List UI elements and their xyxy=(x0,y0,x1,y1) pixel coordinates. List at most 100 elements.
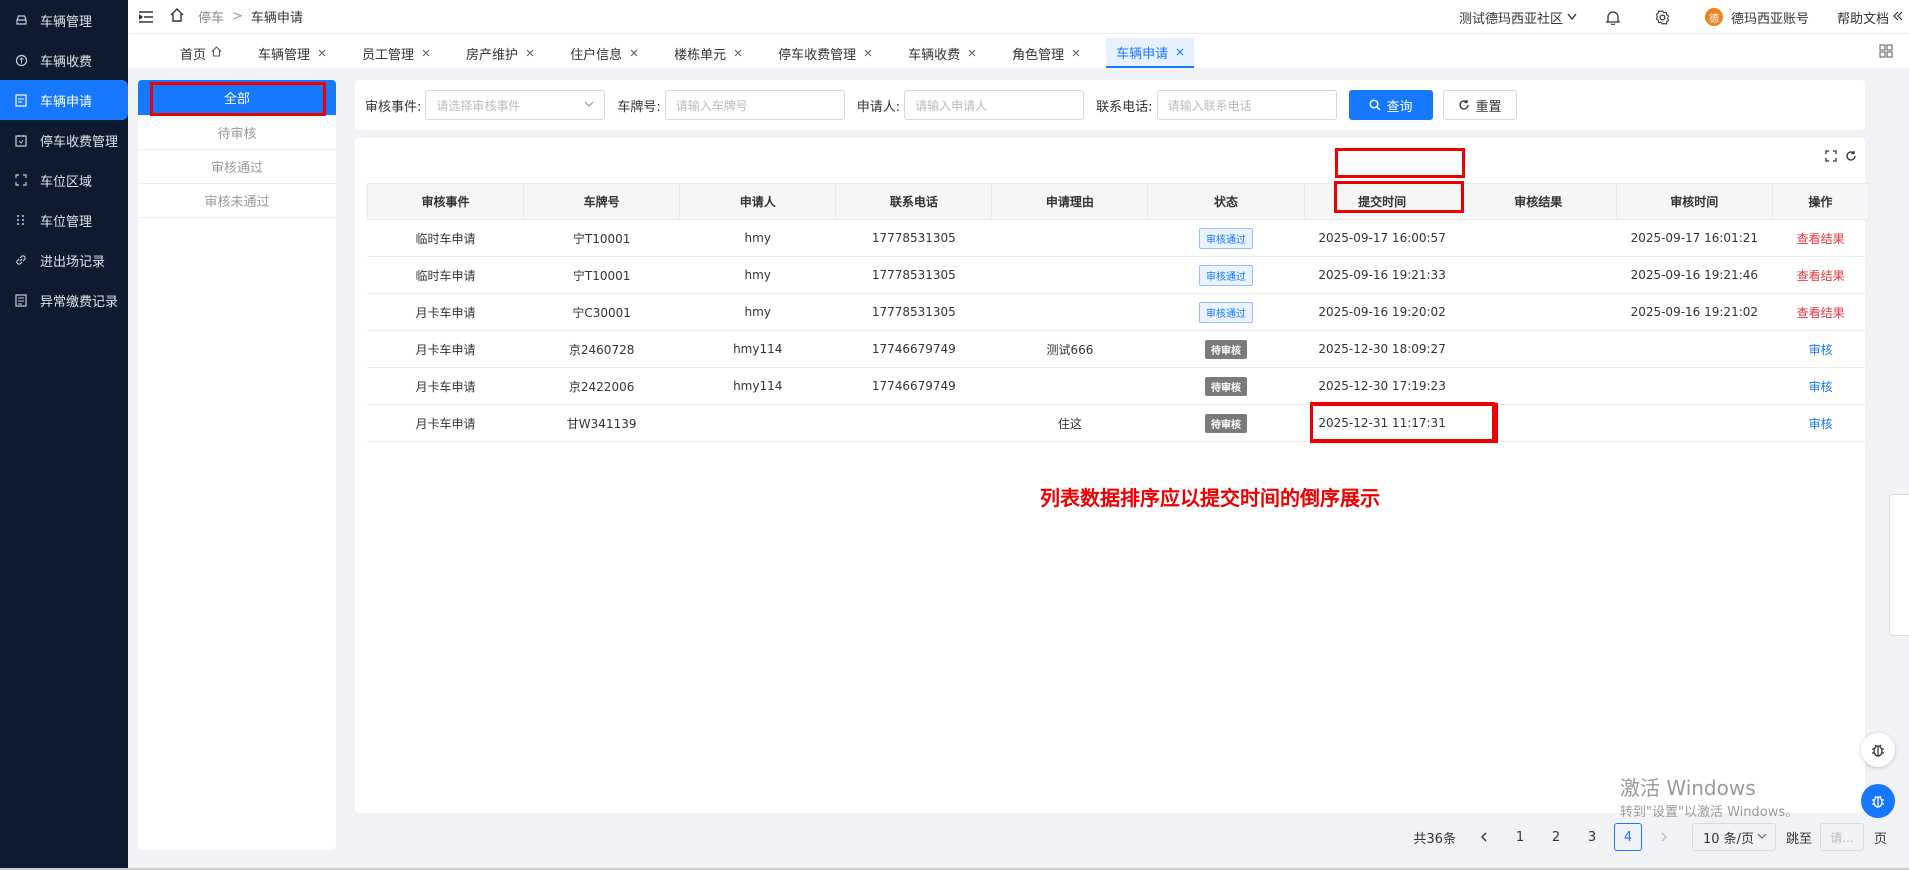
close-icon[interactable] xyxy=(1176,45,1184,59)
table-cell: 2025-12-30 17:19:23 xyxy=(1304,367,1461,405)
close-icon[interactable] xyxy=(968,46,976,60)
action-link[interactable]: 审核 xyxy=(1809,380,1833,394)
refresh-icon[interactable] xyxy=(1845,150,1857,166)
page-number[interactable]: 4 xyxy=(1613,823,1642,851)
bug-icon[interactable] xyxy=(1861,733,1895,767)
sidebar-item-label: 车辆收费 xyxy=(40,54,93,70)
tab[interactable]: 住户信息 xyxy=(560,38,648,68)
sidebar-item[interactable]: 异常缴费记录 xyxy=(0,280,128,320)
sidebar-item[interactable]: 车辆收费 xyxy=(0,40,128,80)
status-filter-item[interactable]: 待审核 xyxy=(138,116,336,150)
gear-icon[interactable] xyxy=(1655,9,1671,25)
highlight-box xyxy=(1335,148,1465,178)
account-menu[interactable]: 德 德玛西亚账号 xyxy=(1704,8,1809,27)
table-cell xyxy=(1616,330,1773,368)
help-doc-link[interactable]: 帮助文档 xyxy=(1837,8,1889,27)
table-cell: 2025-09-17 16:01:21 xyxy=(1616,219,1773,257)
prev-page-icon[interactable] xyxy=(1470,823,1498,851)
fullscreen-icon[interactable] xyxy=(1825,150,1837,166)
action-link[interactable]: 查看结果 xyxy=(1797,306,1845,320)
bell-icon[interactable] xyxy=(1605,9,1621,25)
status-badge: 待审核 xyxy=(1205,413,1248,433)
link-icon xyxy=(14,253,28,267)
menu-fold-icon[interactable] xyxy=(138,9,154,25)
dots-icon xyxy=(14,213,28,227)
column-header: 申请人 xyxy=(679,183,837,220)
table-cell xyxy=(1616,404,1773,442)
close-icon[interactable] xyxy=(1072,46,1080,60)
watermark-subtitle: 转到"设置"以激活 Windows。 xyxy=(1620,805,1799,820)
action-link[interactable]: 审核 xyxy=(1809,343,1833,357)
table-row: 月卡车申请 宁C30001 hmy 17778531305 审核通过 2025-09-16… xyxy=(367,293,1869,331)
phone-input[interactable]: 请输入联系电话 xyxy=(1156,90,1337,120)
table-cell xyxy=(991,256,1148,294)
close-icon[interactable] xyxy=(318,46,326,60)
breadcrumb-item[interactable]: 停车 xyxy=(198,7,224,26)
reset-button[interactable]: 重置 xyxy=(1442,90,1517,120)
tab[interactable]: 楼栋单元 xyxy=(664,38,752,68)
applicant-input[interactable]: 请输入申请人 xyxy=(904,90,1085,120)
windows-activation-watermark: 激活 Windows 转到"设置"以激活 Windows。 xyxy=(1620,772,1798,820)
status-badge: 审核通过 xyxy=(1199,264,1254,286)
sidebar-item[interactable]: 停车收费管理 xyxy=(0,120,128,160)
close-icon[interactable] xyxy=(526,46,534,60)
table-cell: 宁T10001 xyxy=(523,256,680,294)
page-number[interactable]: 2 xyxy=(1542,823,1570,851)
sidebar-item[interactable]: 车辆申请 xyxy=(0,80,128,120)
status-cell: 审核通过 xyxy=(1147,219,1305,257)
action-link[interactable]: 审核 xyxy=(1809,417,1833,431)
annotation-note: 列表数据排序应以提交时间的倒序展示 xyxy=(1040,486,1380,510)
close-icon[interactable] xyxy=(422,46,430,60)
table-cell xyxy=(1460,330,1617,368)
page-size-value: 10 条/页 xyxy=(1702,831,1755,847)
close-icon[interactable] xyxy=(734,46,742,60)
status-filter-item[interactable]: 审核通过 xyxy=(138,150,336,184)
close-icon[interactable] xyxy=(630,46,638,60)
query-button[interactable]: 查询 xyxy=(1348,90,1433,120)
table-row: 月卡车申请 京2460728 hmy114 17746679749 测试666 待审核 20… xyxy=(367,330,1869,368)
action-link[interactable]: 查看结果 xyxy=(1797,232,1845,246)
page-size-select[interactable]: 10 条/页 xyxy=(1691,823,1776,851)
community-selector[interactable]: 测试德玛西亚社区 xyxy=(1459,8,1577,27)
top-right-area: 测试德玛西亚社区 德 德玛西亚账号 帮助文档 xyxy=(1459,0,1909,34)
side-float-panel[interactable] xyxy=(1889,494,1909,636)
tab[interactable]: 房产维护 xyxy=(456,38,544,68)
sidebar-item[interactable]: 车位区域 xyxy=(0,160,128,200)
area-icon xyxy=(14,173,28,187)
status-filter-item[interactable]: 审核未通过 xyxy=(138,184,336,218)
table-cell: 17746679749 xyxy=(835,367,992,405)
table-cell: 2025-09-16 19:21:33 xyxy=(1304,256,1461,294)
page-number[interactable]: 1 xyxy=(1506,823,1534,851)
plate-input[interactable]: 请输入车牌号 xyxy=(664,90,845,120)
page-number[interactable]: 3 xyxy=(1578,823,1606,851)
tab[interactable]: 首页 xyxy=(170,38,232,68)
sidebar-item[interactable]: 车辆管理 xyxy=(0,0,128,40)
table-cell: 京2422006 xyxy=(523,367,680,405)
tab[interactable]: 车辆申请 xyxy=(1106,38,1195,68)
form-icon xyxy=(14,93,28,107)
tab[interactable]: 角色管理 xyxy=(1002,38,1090,68)
action-link[interactable]: 查看结果 xyxy=(1797,269,1845,283)
table-cell: 住这 xyxy=(991,404,1148,442)
car-icon xyxy=(14,13,28,27)
tab[interactable]: 车辆收费 xyxy=(898,38,986,68)
table-row: 临时车申请 宁T10001 hmy 17778531305 审核通过 2025-09-17… xyxy=(367,219,1869,257)
tab[interactable]: 停车收费管理 xyxy=(768,38,882,68)
tab[interactable]: 员工管理 xyxy=(352,38,440,68)
bug-report-icon[interactable] xyxy=(1861,784,1895,818)
tab[interactable]: 车辆管理 xyxy=(248,38,336,68)
next-page-icon[interactable] xyxy=(1650,823,1678,851)
close-icon[interactable] xyxy=(864,46,872,60)
table-cell: 测试666 xyxy=(991,330,1148,368)
event-select[interactable]: 请选择审核事件 xyxy=(425,90,606,120)
doc-icon xyxy=(14,293,28,307)
table-cell xyxy=(991,293,1148,331)
query-button-label: 查询 xyxy=(1386,99,1413,115)
sidebar-item[interactable]: 车位管理 xyxy=(0,200,128,240)
sidebar-item[interactable]: 进出场记录 xyxy=(0,240,128,280)
pagination: 共36条 1234 10 条/页 跳至 请... 页 xyxy=(1413,823,1887,851)
chevron-left-icon[interactable] xyxy=(1893,10,1903,24)
grid-icon[interactable] xyxy=(1879,44,1895,60)
jump-page-input[interactable]: 请... xyxy=(1819,823,1864,851)
home-icon[interactable] xyxy=(170,7,184,26)
